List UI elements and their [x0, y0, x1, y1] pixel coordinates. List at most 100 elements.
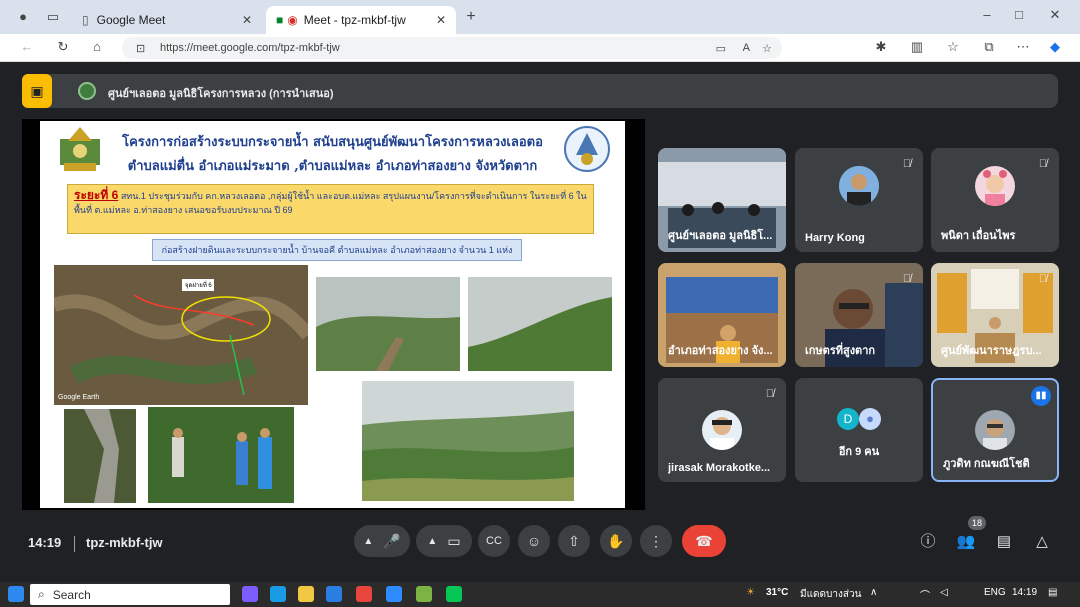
- language-indicator[interactable]: ENG: [984, 587, 1006, 598]
- more-participants-tile[interactable]: D ● อีก 9 คน: [795, 378, 923, 482]
- participant-tile[interactable]: ศูนย์ฯเลอตอ มูลนิธิโ...: [658, 148, 786, 252]
- slide-title-line1: โครงการก่อสร้างระบบกระจายน้ำ สนับสนุนศูน…: [122, 135, 543, 150]
- stream-photo: [64, 409, 136, 503]
- phase-box: ระยะที่ 6 สทน.1 ประชุมร่วมกับ คก.หลวงเลอ…: [67, 184, 594, 234]
- chrome-icon[interactable]: [356, 586, 372, 602]
- weather-text: มีแดดบางส่วน: [800, 589, 862, 600]
- file-explorer-icon[interactable]: [298, 586, 314, 602]
- mic-off-icon: 🎙̸: [902, 273, 912, 285]
- chevron-up-icon[interactable]: ▲: [363, 536, 373, 547]
- tab-label: Google Meet: [96, 13, 166, 27]
- favorites-icon[interactable]: ☆: [944, 39, 962, 55]
- url-field[interactable]: ⊡ https://meet.google.com/tpz-mkbf-tjw ▭…: [122, 37, 782, 59]
- more-icon[interactable]: ⋯: [1014, 39, 1032, 55]
- valley-photo: [362, 381, 574, 501]
- chevron-up-icon[interactable]: ∧: [870, 587, 877, 598]
- end-call-button[interactable]: ☎: [682, 525, 726, 557]
- participant-tile[interactable]: 🎙̸ พนิดา เถื่อนไพร: [931, 148, 1059, 252]
- participant-tile[interactable]: 🎙̸ ศูนย์พัฒนาราษฎรบ...: [931, 263, 1059, 367]
- edge-taskbar-icon[interactable]: [270, 586, 286, 602]
- read-aloud-icon[interactable]: A: [743, 42, 750, 54]
- chevron-up-icon[interactable]: ▲: [427, 536, 437, 547]
- collections-icon[interactable]: ⧉: [980, 39, 998, 55]
- reactions-button[interactable]: ☺: [518, 525, 550, 557]
- presenter-avatar: [78, 82, 96, 100]
- mic-button[interactable]: ▲ 🎤: [354, 525, 410, 557]
- tab-meet-call[interactable]: ■ ◉ Meet - tpz-mkbf-tjw ✕: [266, 6, 456, 34]
- presentation-icon[interactable]: ▣: [22, 74, 52, 108]
- more-options-button[interactable]: ⋮: [640, 525, 672, 557]
- camera-icon[interactable]: ▭: [716, 42, 726, 55]
- line-icon[interactable]: [446, 586, 462, 602]
- recording-icon: ◉: [287, 13, 298, 27]
- present-icon: ⇧: [568, 532, 580, 549]
- back-icon[interactable]: ←: [18, 39, 36, 54]
- windows-taskbar: ⌕ Search ☀ 31°C มีแดดบางส่วน ∧ ⌒ ◁ ENG 1…: [0, 582, 1080, 607]
- map-tag: จุดฝายที่ 6: [185, 283, 212, 289]
- phase-text: สทน.1 ประชุมร่วมกับ คก.หลวงเลอตอ ,กลุ่มผ…: [74, 191, 587, 215]
- hillside-photo-1: [316, 277, 460, 371]
- slide-title-line2: ตำบลแม่ตื่น อำเภอแม่ระมาด ,ตำบลแม่หละ อำ…: [127, 159, 538, 174]
- weather-temp: 31°C: [766, 587, 789, 598]
- minimize-icon[interactable]: –: [978, 7, 996, 22]
- mic-off-icon: 🎙̸: [1038, 158, 1048, 170]
- participant-tile[interactable]: 🎙̸ เกษตรที่สูงตาก: [795, 263, 923, 367]
- url-text: https://meet.google.com/tpz-mkbf-tjw: [160, 42, 340, 54]
- copilot-icon[interactable]: ◆: [1046, 39, 1064, 55]
- network-icon[interactable]: ⌒: [920, 587, 930, 602]
- participant-tile-speaking[interactable]: ▮▮ ภูวดิท กณฆณีโชติ: [931, 378, 1059, 482]
- satellite-map-image: จุดฝายที่ 6 Google Earth: [54, 265, 308, 405]
- tab-google-meet[interactable]: ▯ Google Meet ✕: [72, 6, 262, 34]
- profile-icon[interactable]: ●: [14, 9, 32, 24]
- site-info-icon[interactable]: ⊡: [136, 42, 145, 55]
- close-window-icon[interactable]: ✕: [1046, 7, 1064, 23]
- info-icon[interactable]: ⓘ: [916, 530, 940, 554]
- close-tab-icon[interactable]: ✕: [242, 13, 252, 27]
- home-icon[interactable]: ⌂: [88, 39, 106, 54]
- tab-label: Meet - tpz-mkbf-tjw: [303, 13, 406, 27]
- participant-tile[interactable]: 🎙̸ Harry Kong: [795, 148, 923, 252]
- hand-icon: ✋: [607, 532, 625, 549]
- mail-icon[interactable]: [326, 586, 342, 602]
- taskbar-clock[interactable]: 14:19: [1012, 587, 1037, 598]
- maximize-icon[interactable]: □: [1010, 7, 1028, 22]
- mic-off-icon: 🎙̸: [1038, 273, 1048, 285]
- presenter-name: ศูนย์ฯเลอตอ มูลนิธิโครงการหลวง (การนำเสน…: [108, 88, 334, 100]
- avatar: D: [837, 408, 859, 430]
- favorite-icon[interactable]: ☆: [762, 42, 772, 55]
- phase-label: ระยะที่ 6: [74, 188, 119, 202]
- chat-icon[interactable]: ▤: [992, 530, 1016, 554]
- mic-off-icon: 🎙̸: [902, 158, 912, 170]
- windows-start-icon[interactable]: [8, 586, 24, 602]
- split-screen-icon[interactable]: ▥: [908, 39, 926, 55]
- notification-icon[interactable]: ▤: [1048, 587, 1057, 598]
- extensions-icon[interactable]: ✱: [872, 39, 890, 55]
- captions-button[interactable]: CC: [478, 525, 510, 557]
- camera-button[interactable]: ▲ ▭: [416, 525, 472, 557]
- qgis-icon[interactable]: [416, 586, 432, 602]
- participant-name: อำเภอท่าสองยาง จัง...: [668, 345, 773, 357]
- copilot-taskbar-icon[interactable]: [242, 586, 258, 602]
- tab-actions-icon[interactable]: ▭: [44, 9, 62, 25]
- browser-tab-bar: ● ▭ ▯ Google Meet ✕ ■ ◉ Meet - tpz-mkbf-…: [0, 0, 1080, 34]
- slide-subtitle: ก่อสร้างฝายดินและระบบกระจายน้ำ บ้านจอคี …: [152, 239, 522, 261]
- participant-tile[interactable]: 🎙̸ jirasak Morakotke...: [658, 378, 786, 482]
- zoom-icon[interactable]: [386, 586, 402, 602]
- taskbar-search[interactable]: ⌕ Search: [30, 584, 230, 605]
- present-button[interactable]: ⇧: [558, 525, 590, 557]
- participant-tile[interactable]: อำเภอท่าสองยาง จัง...: [658, 263, 786, 367]
- participant-name: jirasak Morakotke...: [668, 462, 771, 474]
- weather-icon: ☀: [746, 587, 755, 598]
- close-tab-icon[interactable]: ✕: [436, 13, 446, 27]
- activities-icon[interactable]: △: [1030, 530, 1054, 554]
- raise-hand-button[interactable]: ✋: [600, 525, 632, 557]
- reload-icon[interactable]: ↻: [54, 39, 72, 55]
- divider: [74, 536, 75, 552]
- captions-icon: CC: [486, 535, 502, 547]
- new-tab-icon[interactable]: +: [462, 8, 480, 26]
- more-vert-icon: ⋮: [649, 532, 663, 549]
- meet-window: ▣ ศูนย์ฯเลอตอ มูลนิธิโครงการหลวง (การนำเ…: [8, 62, 1072, 582]
- meeting-code: tpz-mkbf-tjw: [86, 535, 163, 550]
- people-icon[interactable]: 👥: [954, 530, 978, 554]
- volume-icon[interactable]: ◁: [940, 587, 948, 598]
